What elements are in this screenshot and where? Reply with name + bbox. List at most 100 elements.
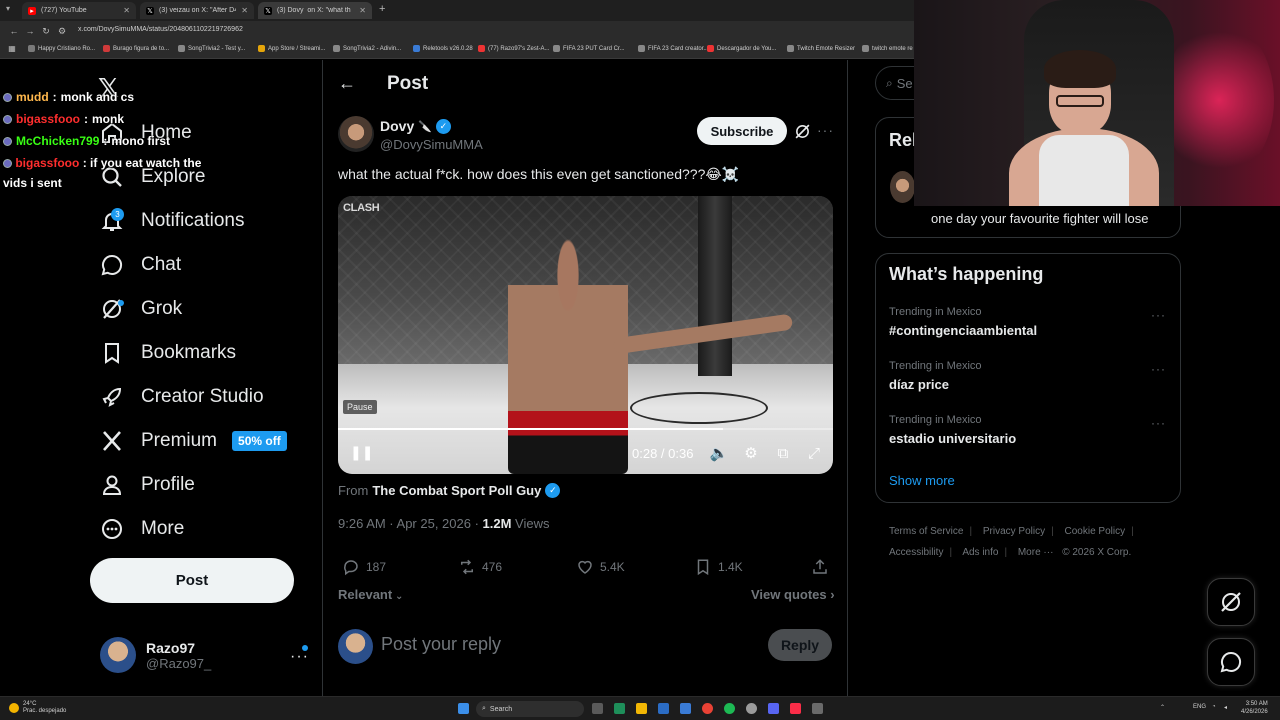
bookmark-item[interactable]: twitch emote re [862, 45, 913, 52]
subscribe-button[interactable]: Subscribe [697, 117, 787, 145]
grok-icon[interactable] [794, 123, 811, 145]
browser-tab-youtube[interactable]: ▸ (727) YouTube ✕ [22, 2, 136, 19]
picture-in-picture-icon[interactable]: ⧉ [773, 443, 793, 463]
taskbar-clock[interactable]: 3:50 AM 4/26/2026 [1241, 700, 1268, 716]
bookmark-action[interactable]: 1.4K [694, 558, 743, 576]
apps-grid-icon[interactable]: ▦ [4, 44, 20, 53]
task-view-icon[interactable] [592, 703, 603, 714]
tab-list-chevron-icon[interactable]: ▾ [6, 4, 10, 13]
chat-floating-button[interactable] [1207, 638, 1255, 686]
share-action[interactable] [811, 558, 829, 576]
avatar[interactable] [890, 171, 915, 203]
footer-link[interactable]: More ··· [1018, 547, 1054, 558]
bookmark-item[interactable]: Burago figura de to... [103, 45, 169, 52]
back-icon[interactable]: ← [6, 26, 22, 36]
nav-bookmarks[interactable]: Bookmarks [100, 336, 236, 370]
wifi-icon[interactable]: ◔ [1212, 704, 1216, 710]
footer-link[interactable]: Cookie Policy [1065, 526, 1126, 537]
close-icon[interactable]: ✕ [241, 6, 248, 15]
trend-context: Trending in Mexico [889, 360, 982, 372]
mail-icon[interactable] [680, 703, 691, 714]
volume-icon[interactable]: ◂ [1224, 704, 1227, 711]
trend-context: Trending in Mexico [889, 414, 982, 426]
more-options-icon[interactable]: ··· [817, 122, 834, 138]
bookmark-item[interactable]: App Store / Streami... [258, 45, 325, 52]
site-info-icon[interactable]: ⚙ [54, 26, 70, 37]
grok-floating-button[interactable] [1207, 578, 1255, 626]
reply-button[interactable]: Reply [768, 629, 832, 661]
from-attribution: From The Combat Sport Poll Guy ✓ [338, 483, 561, 498]
trend-item[interactable]: díaz price [889, 377, 949, 392]
show-more-link[interactable]: Show more [889, 473, 955, 488]
obs-icon[interactable] [746, 703, 757, 714]
url-field[interactable]: x.com/DovySimuMMA/status/204806110221972… [78, 26, 243, 33]
bookmark-label: Reletools v26.0.28 [423, 45, 473, 52]
fullscreen-icon[interactable]: ⤢ [804, 443, 824, 463]
pause-icon[interactable]: ❚❚ [350, 444, 373, 461]
discord-icon[interactable] [768, 703, 779, 714]
bookmark-item[interactable]: (77) Razo97's Zest-A... [478, 45, 550, 52]
nav-more[interactable]: More [100, 512, 184, 546]
weather-widget[interactable]: 24°C Prac. despejado [9, 701, 66, 715]
language-indicator[interactable]: ENG [1193, 704, 1206, 710]
bookmark-item[interactable]: SongTrivia2 - Test y... [178, 45, 245, 52]
bookmark-item[interactable]: FIFA 23 PUT Card Cr... [553, 45, 625, 52]
reply-input[interactable]: Post your reply [381, 634, 501, 655]
author-name[interactable]: Dovy 🔪 ✓ [380, 118, 451, 134]
spotify-icon[interactable] [724, 703, 735, 714]
reply-action[interactable]: 187 [342, 558, 386, 576]
bookmark-item[interactable]: SongTrivia2 - Adivin... [333, 45, 401, 52]
start-windows-icon[interactable] [458, 703, 469, 714]
trend-item[interactable]: #contingenciaambiental [889, 323, 1037, 338]
trend-more-icon[interactable]: ··· [1151, 362, 1166, 376]
nav-premium[interactable]: Premium 50% off [100, 424, 287, 458]
store-icon[interactable] [658, 703, 669, 714]
view-quotes-link[interactable]: View quotes › [751, 587, 835, 602]
settings-gear-icon[interactable]: ⚙ [741, 443, 761, 463]
reply-sort-dropdown[interactable]: Relevant ⌄ [338, 587, 403, 602]
author-avatar[interactable] [338, 116, 374, 152]
volume-icon[interactable]: 🔈 [709, 443, 729, 463]
close-icon[interactable]: ✕ [123, 6, 130, 15]
file-explorer-icon[interactable] [636, 703, 647, 714]
bookmark-item[interactable]: FIFA 23 Card creator... [638, 45, 708, 52]
taskbar-search[interactable]: ⌕ Search [476, 701, 584, 717]
edge-icon[interactable] [614, 703, 625, 714]
tray-chevron-icon[interactable]: ⌃ [1160, 704, 1165, 711]
browser-tab-veizau[interactable]: 𝕏 (3) veizau on X: "After D4vd w ✕ [140, 2, 254, 19]
bookmark-item[interactable]: Descargador de You... [707, 45, 776, 52]
bookmark-item[interactable]: Twitch Emote Resizer [787, 45, 855, 52]
bookmark-favicon-icon [478, 45, 485, 52]
trend-item[interactable]: estadio universitario [889, 431, 1016, 446]
footer-link[interactable]: Accessibility [889, 547, 943, 558]
browser-tab-dovy[interactable]: 𝕏 (3) Dovy ​ on X: "what th ✕ [258, 2, 372, 19]
like-action[interactable]: 5.4K [576, 558, 625, 576]
nav-chat[interactable]: Chat [100, 248, 181, 282]
account-switcher[interactable]: Razo97 @Razo97_ [100, 637, 211, 673]
reload-icon[interactable]: ↻ [38, 26, 54, 37]
new-tab-plus-icon[interactable]: + [379, 3, 385, 15]
music-icon[interactable] [790, 703, 801, 714]
forward-icon[interactable]: → [22, 26, 38, 36]
footer-link[interactable]: Ads info [962, 547, 998, 558]
chrome-icon[interactable] [702, 703, 713, 714]
repost-action[interactable]: 476 [458, 558, 502, 576]
footer-link[interactable]: Privacy Policy [983, 526, 1045, 537]
bookmark-item[interactable]: Reletools v26.0.28 [413, 45, 473, 52]
author-handle[interactable]: @DovySimuMMA [380, 137, 483, 152]
post-button[interactable]: Post [90, 558, 294, 603]
footer-link[interactable]: Terms of Service [889, 526, 963, 537]
nav-creator-studio[interactable]: Creator Studio [100, 380, 264, 414]
trend-more-icon[interactable]: ··· [1151, 416, 1166, 430]
nav-grok[interactable]: Grok [100, 292, 182, 326]
app-icon[interactable] [812, 703, 823, 714]
source-account-link[interactable]: The Combat Sport Poll Guy [372, 483, 541, 498]
video-progress-bar[interactable] [338, 428, 833, 430]
nav-notifications[interactable]: 3 Notifications [100, 204, 245, 238]
bookmark-item[interactable]: Happy Cristiano Ro... [28, 45, 95, 52]
trend-more-icon[interactable]: ··· [1151, 308, 1166, 322]
nav-profile[interactable]: Profile [100, 468, 195, 502]
video-player[interactable]: CLASH Pause ❚❚ 0:28 / 0:36 🔈 ⚙ ⧉ ⤢ [338, 196, 833, 474]
close-icon[interactable]: ✕ [359, 6, 366, 15]
back-arrow-icon[interactable]: ← [338, 73, 356, 94]
